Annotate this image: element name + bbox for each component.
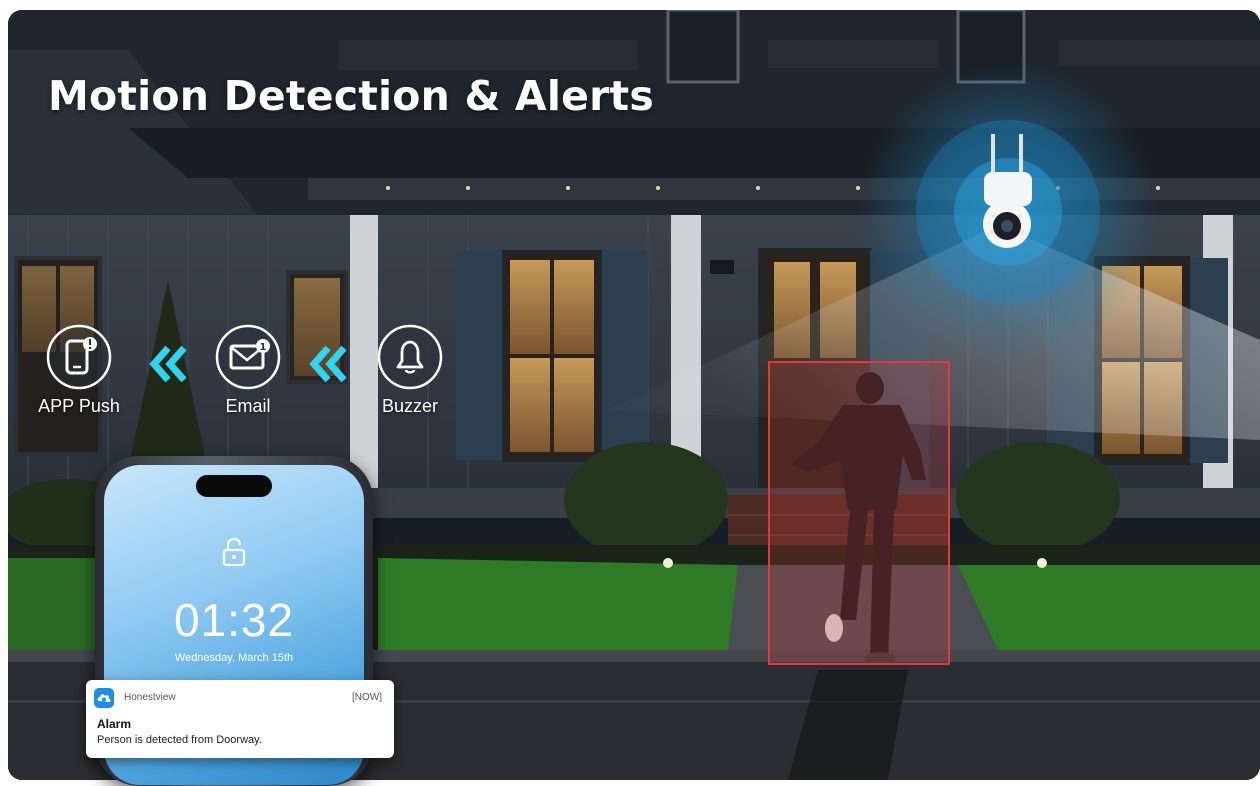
svg-text:1: 1 bbox=[260, 342, 267, 353]
chevrons-left-icon bbox=[309, 345, 347, 383]
bell-icon bbox=[377, 324, 443, 390]
notification-title: Alarm bbox=[97, 717, 132, 731]
honestview-app-icon bbox=[94, 688, 114, 708]
alert-label-email: Email bbox=[225, 396, 271, 416]
chevrons-left-icon bbox=[149, 345, 187, 383]
alert-label-app-push: APP Push bbox=[38, 396, 120, 416]
phone-alert-icon bbox=[46, 324, 112, 390]
page-title: Motion Detection & Alerts bbox=[48, 72, 654, 120]
alert-label-buzzer: Buzzer bbox=[381, 396, 439, 416]
alarm-notification[interactable]: Honestview [NOW] Alarm Person is detecte… bbox=[86, 680, 394, 758]
lock-screen-time: 01:32 bbox=[173, 594, 295, 646]
mail-alert-icon: 1 bbox=[215, 324, 281, 390]
dynamic-island bbox=[196, 475, 272, 497]
notification-body: Person is detected from Doorway. bbox=[97, 734, 262, 746]
notification-app-name: Honestview bbox=[124, 692, 176, 703]
unlock-icon bbox=[222, 537, 246, 567]
notification-time: [NOW] bbox=[352, 692, 382, 703]
lock-screen-date: Wednesday, March 15th bbox=[174, 652, 294, 664]
